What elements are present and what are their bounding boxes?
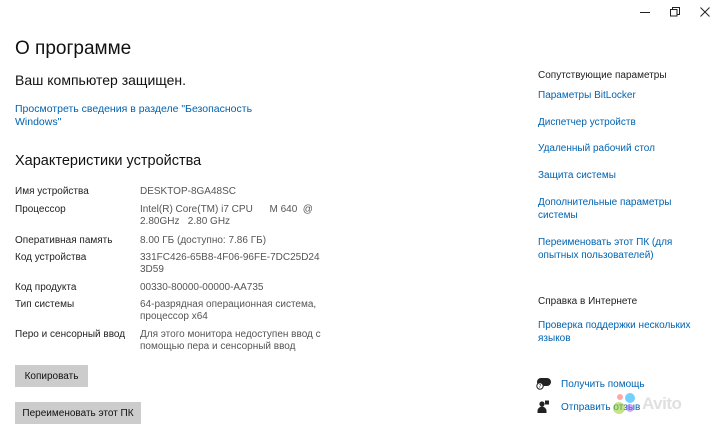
security-link[interactable]: Просмотреть сведения в разделе "Безопасн… [15, 103, 255, 129]
spec-value-ram: 8.00 ГБ (доступно: 7.86 ГБ) [140, 235, 267, 246]
close-button[interactable] [690, 0, 720, 24]
spec-value-pen-touch: Для этого монитора недоступен ввод с пом… [140, 329, 321, 352]
copy-button[interactable]: Копировать [15, 365, 88, 387]
close-icon [700, 7, 710, 17]
spec-label-processor: Процессор [15, 204, 66, 215]
avito-watermark: Avito [612, 392, 682, 416]
multilanguage-support-link[interactable]: Проверка поддержки нескольких языков [538, 320, 698, 345]
spec-label-system-type: Тип системы [15, 299, 75, 310]
protection-status: Ваш компьютер защищен. [15, 72, 187, 88]
rename-pc-button[interactable]: Переименовать этот ПК [15, 402, 141, 424]
window-controls [630, 0, 720, 24]
chat-help-icon: ? [536, 377, 554, 391]
restore-button[interactable] [660, 0, 690, 24]
avito-logo-icon [613, 393, 635, 414]
minimize-icon [640, 12, 650, 13]
bitlocker-link[interactable]: Параметры BitLocker [538, 90, 703, 103]
rename-pc-advanced-link[interactable]: Переименовать этот ПК (для опытных польз… [538, 237, 698, 262]
spec-value-system-type: 64-разрядная операционная система, проце… [140, 299, 317, 322]
web-help-heading: Справка в Интернете [538, 296, 638, 307]
spec-label-device-id: Код устройства [15, 252, 87, 263]
spec-label-pen-touch: Перо и сенсорный ввод [15, 329, 126, 340]
get-help-row[interactable]: ? Получить помощь [536, 377, 645, 391]
related-settings-heading: Сопутствующие параметры [538, 70, 667, 81]
minimize-button[interactable] [630, 0, 660, 24]
spec-label-product-id: Код продукта [15, 282, 77, 293]
spec-label-ram: Оперативная память [15, 235, 113, 246]
restore-icon [670, 7, 680, 17]
advanced-system-settings-link[interactable]: Дополнительные параметры системы [538, 197, 678, 222]
remote-desktop-link[interactable]: Удаленный рабочий стол [538, 143, 703, 156]
avito-watermark-text: Avito [642, 394, 682, 413]
feedback-person-icon [536, 400, 554, 414]
get-help-link[interactable]: Получить помощь [561, 379, 645, 390]
spec-label-device-name: Имя устройства [15, 186, 89, 197]
spec-value-processor: Intel(R) Core(TM) i7 CPU M 640 @ 2.80GHz… [140, 204, 316, 227]
svg-text:?: ? [539, 384, 542, 390]
page-title: О программе [15, 38, 132, 59]
spec-value-product-id: 00330-80000-00000-AA735 [140, 282, 264, 293]
system-protection-link[interactable]: Защита системы [538, 170, 703, 183]
specs-heading: Характеристики устройства [15, 153, 202, 169]
spec-value-device-id: 331FC426-65B8-4F06-96FE-7DC25D243D59 [140, 252, 320, 275]
device-manager-link[interactable]: Диспетчер устройств [538, 117, 703, 130]
spec-value-device-name: DESKTOP-8GA48SC [140, 186, 236, 197]
